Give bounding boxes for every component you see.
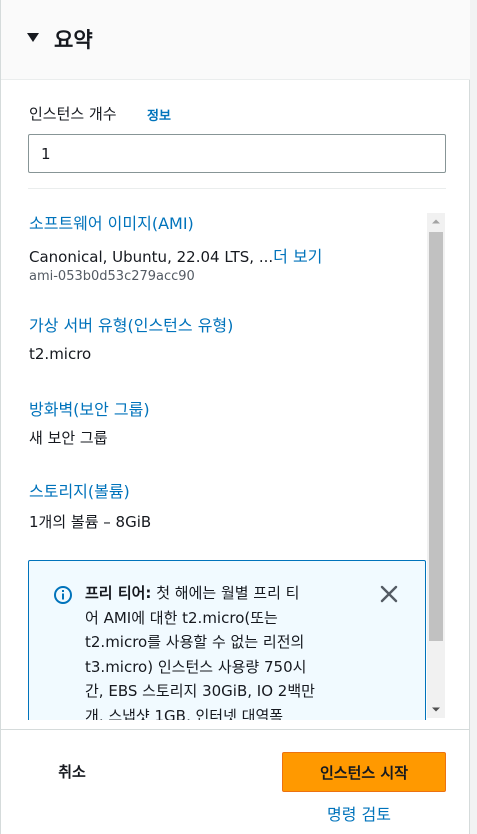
scroll-up-arrow-icon[interactable] xyxy=(427,213,445,230)
launch-instance-button[interactable]: 인스턴스 시작 xyxy=(282,752,446,792)
ami-value: Canonical, Ubuntu, 22.04 LTS, ... xyxy=(29,248,274,266)
divider xyxy=(28,188,446,189)
free-tier-line: 어 AMI에 대한 t2.micro(또는 xyxy=(85,608,278,627)
summary-scroll-area: 소프트웨어 이미지(AMI) Canonical, Ubuntu, 22.04 … xyxy=(1,205,447,720)
close-icon[interactable] xyxy=(380,585,398,603)
firewall-section-link[interactable]: 방화벽(보안 그룹) xyxy=(29,396,150,420)
instance-count-label: 인스턴스 개수 xyxy=(29,105,117,123)
storage-section-link[interactable]: 스토리지(볼륨) xyxy=(29,478,130,502)
ami-section-link[interactable]: 소프트웨어 이미지(AMI) xyxy=(29,210,194,234)
ami-more-link[interactable]: 더 보기 xyxy=(273,247,322,266)
free-tier-bold-label: 프리 티어: xyxy=(85,584,152,602)
review-commands-link[interactable]: 명령 검토 xyxy=(327,801,391,825)
summary-header[interactable]: 요약 xyxy=(1,0,470,80)
firewall-value: 새 보안 그룹 xyxy=(29,429,108,447)
instance-type-section-link[interactable]: 가상 서버 유형(인스턴스 유형) xyxy=(29,312,233,336)
info-icon xyxy=(54,586,72,604)
scroll-thumb[interactable] xyxy=(429,232,443,641)
free-tier-line: 프리 티어: 첫 해에는 월별 프리 티 xyxy=(85,581,370,606)
free-tier-text: 프리 티어: 첫 해에는 월별 프리 티 어 AMI에 대한 t2.micro(… xyxy=(85,581,370,720)
page-edge xyxy=(470,0,477,834)
caret-down-icon[interactable] xyxy=(27,33,39,42)
scrollbar[interactable] xyxy=(427,213,445,718)
free-tier-alert: 프리 티어: 첫 해에는 월별 프리 티 어 AMI에 대한 t2.micro(… xyxy=(28,560,426,720)
free-tier-line: 개, 스냅샷 1GB, 인터넷 대역폭 xyxy=(85,706,284,721)
instance-count-info-link[interactable]: 정보 xyxy=(147,105,171,124)
cancel-button[interactable]: 취소 xyxy=(37,752,107,790)
summary-panel: 요약 인스턴스 개수 정보 소프트웨어 이미지(AMI) Canonical, … xyxy=(0,0,470,834)
ami-value-line: Canonical, Ubuntu, 22.04 LTS, ...더 보기 xyxy=(29,243,322,267)
free-tier-line: t3.micro) 인스턴스 사용량 750시 xyxy=(85,657,307,676)
footer-divider xyxy=(1,729,470,730)
free-tier-line-text: 첫 해에는 월별 프리 티 xyxy=(156,584,300,602)
summary-title: 요약 xyxy=(54,28,93,52)
ami-id: ami-053b0d53c279acc90 xyxy=(29,269,195,284)
instance-count-input[interactable] xyxy=(28,134,446,173)
storage-value: 1개의 볼륨 – 8GiB xyxy=(29,513,152,531)
free-tier-line: 간, EBS 스토리지 30GiB, IO 2백만 xyxy=(85,682,315,700)
free-tier-line: t2.micro를 사용할 수 없는 리전의 xyxy=(85,633,305,651)
instance-type-value: t2.micro xyxy=(29,345,92,363)
scroll-down-arrow-icon[interactable] xyxy=(427,701,445,718)
